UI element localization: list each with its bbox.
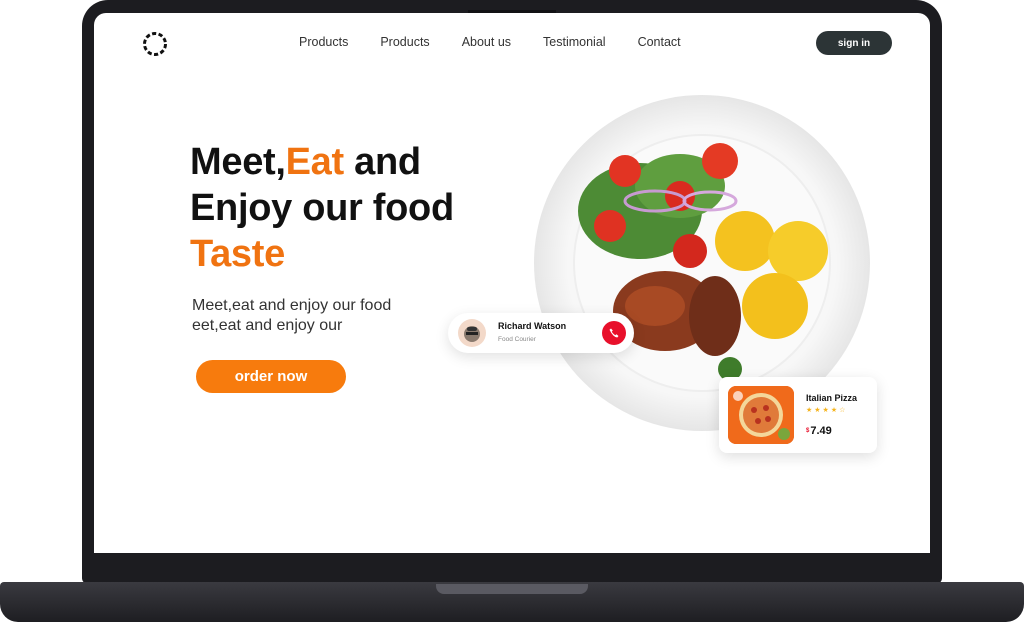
nav-link-products[interactable]: Products xyxy=(299,35,348,49)
title-and: and xyxy=(343,141,421,183)
hero-subtitle: Meet,eat and enjoy our food eet,eat and … xyxy=(192,296,391,336)
courier-role: Food Courier xyxy=(498,336,536,343)
hero-title: Meet,Eat and Enjoy our food Taste xyxy=(190,139,454,277)
product-card[interactable]: Italian Pizza ★★★★☆ $7.49 xyxy=(719,377,877,453)
product-price: $7.49 xyxy=(806,425,832,437)
title-meet: Meet, xyxy=(190,141,286,183)
logo-icon[interactable] xyxy=(142,31,168,57)
nav-link-testimonial[interactable]: Testimonial xyxy=(543,35,606,49)
rating-stars: ★★★★☆ xyxy=(806,407,848,414)
currency-symbol: $ xyxy=(806,428,810,435)
price-value: 7.49 xyxy=(810,425,832,437)
courier-avatar-icon xyxy=(464,326,480,342)
avatar xyxy=(458,319,486,347)
call-button[interactable] xyxy=(602,321,626,345)
courier-card: Richard Watson Food Courier xyxy=(448,313,634,353)
courier-name: Richard Watson xyxy=(498,321,567,331)
nav-link-about[interactable]: About us xyxy=(462,35,511,49)
pizza-image xyxy=(728,386,794,444)
title-line-2: Enjoy our food xyxy=(190,187,454,229)
title-taste: Taste xyxy=(190,233,285,275)
order-now-button[interactable]: order now xyxy=(196,360,346,393)
title-eat: Eat xyxy=(285,141,345,183)
laptop-base-notch xyxy=(436,584,588,594)
nav-link-products-2[interactable]: Products xyxy=(380,35,429,49)
sign-in-button[interactable]: sign in xyxy=(816,31,892,55)
pizza-icon xyxy=(728,386,794,444)
subtitle-line-1: Meet,eat and enjoy our food xyxy=(192,297,392,314)
nav-link-contact[interactable]: Contact xyxy=(638,35,681,49)
main-nav: Products Products About us Testimonial C… xyxy=(299,35,713,49)
product-name: Italian Pizza xyxy=(806,393,858,403)
phone-icon xyxy=(609,328,619,338)
subtitle-line-2: eet,eat and enjoy our xyxy=(192,317,343,334)
screen: Products Products About us Testimonial C… xyxy=(94,13,930,553)
